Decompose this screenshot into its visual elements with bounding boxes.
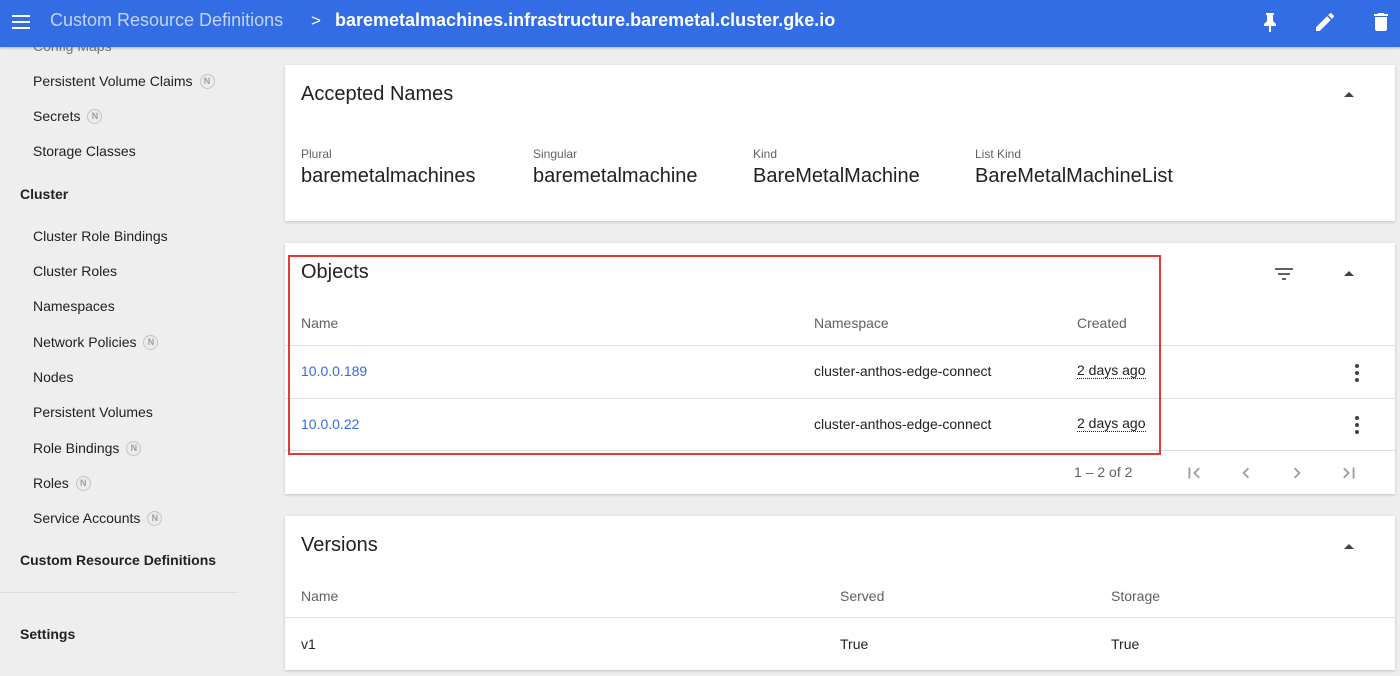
collapse-icon[interactable] [1341, 538, 1357, 554]
namespaced-badge: N [75, 475, 91, 491]
field-label-plural: Plural [301, 147, 332, 161]
namespaced-badge: N [126, 440, 142, 456]
sidebar-item-role-bindings[interactable]: Role Bindings N [33, 440, 142, 456]
sidebar-item-label: Persistent Volumes [33, 404, 153, 420]
object-created: 2 days ago [1077, 362, 1146, 379]
card-title: Objects [301, 261, 369, 283]
collapse-icon[interactable] [1341, 265, 1357, 281]
row-divider [285, 617, 1395, 618]
column-header-created[interactable]: Created [1077, 315, 1127, 331]
column-header-namespace[interactable]: Namespace [814, 315, 889, 331]
field-value-list-kind: BareMetalMachineList [975, 165, 1173, 187]
sidebar-item-label: Namespaces [33, 298, 115, 314]
sidebar-item-network-policies[interactable]: Network Policies N [33, 334, 159, 350]
version-storage: True [1111, 636, 1140, 652]
delete-icon[interactable] [1369, 10, 1393, 34]
row-divider [285, 345, 1395, 346]
field-label-list-kind: List Kind [975, 147, 1022, 161]
pagination-range: 1 – 2 of 2 [1074, 464, 1133, 480]
sidebar-item-label: Persistent Volume Claims [33, 73, 193, 89]
namespaced-badge: N [147, 510, 163, 526]
pin-icon[interactable] [1258, 10, 1282, 34]
field-value-singular: baremetalmachine [533, 165, 698, 187]
sidebar-item-label: Cluster Roles [33, 263, 118, 279]
sidebar-item-storage-classes[interactable]: Storage Classes [33, 143, 136, 159]
more-vert-icon[interactable] [1347, 413, 1367, 437]
hamburger-menu-icon[interactable] [9, 10, 33, 34]
versions-card: Versions Name Served Storage v1 True Tru… [285, 516, 1395, 670]
sidebar-item-label: Role Bindings [33, 440, 120, 456]
breadcrumb-current: baremetalmachines.infrastructure.baremet… [335, 10, 836, 30]
sidebar-section-cluster[interactable]: Cluster [20, 186, 68, 202]
first-page-icon[interactable] [1183, 462, 1205, 484]
top-app-bar: Custom Resource Definitions > baremetalm… [0, 0, 1400, 47]
sidebar-item-label: Cluster Role Bindings [33, 228, 168, 244]
objects-card: Objects Name Namespace Created 10.0.0.18… [285, 243, 1395, 494]
column-header-name[interactable]: Name [301, 315, 338, 331]
breadcrumb-separator: > [311, 11, 321, 30]
column-header-name[interactable]: Name [301, 588, 338, 604]
sidebar-item-label: Secrets [33, 108, 81, 124]
sidebar-section-custom-resource-definitions[interactable]: Custom Resource Definitions [20, 552, 216, 568]
sidebar-item-secrets[interactable]: Secrets N [33, 108, 103, 124]
sidebar-nav: Config Maps Persistent Volume Claims N S… [0, 38, 258, 676]
sidebar-item-nodes[interactable]: Nodes [33, 369, 73, 385]
namespaced-badge: N [143, 334, 159, 350]
row-divider [285, 450, 1395, 451]
edit-icon[interactable] [1313, 10, 1337, 34]
namespaced-badge: N [87, 108, 103, 124]
sidebar-item-roles[interactable]: Roles N [33, 475, 91, 491]
field-label-kind: Kind [753, 147, 778, 161]
last-page-icon[interactable] [1338, 462, 1360, 484]
sidebar-item-label: Service Accounts [33, 510, 141, 526]
sidebar-item-service-accounts[interactable]: Service Accounts N [33, 510, 163, 526]
version-name: v1 [301, 636, 316, 652]
card-title: Accepted Names [301, 83, 454, 105]
more-vert-icon[interactable] [1347, 361, 1367, 385]
sidebar-divider [0, 592, 238, 593]
collapse-icon[interactable] [1341, 86, 1357, 102]
sidebar-item-label: Nodes [33, 369, 74, 385]
filter-icon[interactable] [1272, 262, 1296, 286]
sidebar-item-cluster-roles[interactable]: Cluster Roles [33, 263, 117, 279]
row-divider [285, 398, 1395, 399]
column-header-served[interactable]: Served [840, 588, 884, 604]
object-namespace: cluster-anthos-edge-connect [814, 416, 992, 432]
card-title: Versions [301, 534, 378, 556]
sidebar-item-cluster-role-bindings[interactable]: Cluster Role Bindings [33, 228, 168, 244]
sidebar-item-persistent-volumes[interactable]: Persistent Volumes [33, 404, 153, 420]
object-created: 2 days ago [1077, 415, 1146, 432]
field-value-kind: BareMetalMachine [753, 165, 920, 187]
object-name-link[interactable]: 10.0.0.22 [301, 416, 359, 432]
sidebar-item-label: Network Policies [33, 334, 137, 350]
object-name-link[interactable]: 10.0.0.189 [301, 363, 367, 379]
sidebar-item-persistent-volume-claims[interactable]: Persistent Volume Claims N [33, 73, 215, 89]
breadcrumb-parent[interactable]: Custom Resource Definitions [50, 10, 283, 31]
namespaced-badge: N [199, 73, 215, 89]
next-page-icon[interactable] [1286, 462, 1308, 484]
object-namespace: cluster-anthos-edge-connect [814, 363, 992, 379]
previous-page-icon[interactable] [1235, 462, 1257, 484]
field-value-plural: baremetalmachines [301, 165, 476, 187]
column-header-storage[interactable]: Storage [1111, 588, 1160, 604]
version-served: True [840, 636, 869, 652]
sidebar-item-label: Roles [33, 475, 69, 491]
sidebar-section-settings[interactable]: Settings [20, 626, 75, 642]
sidebar-item-namespaces[interactable]: Namespaces [33, 298, 115, 314]
field-label-singular: Singular [533, 147, 578, 161]
accepted-names-card: Accepted Names Plural baremetalmachines … [285, 65, 1395, 221]
sidebar-item-label: Storage Classes [33, 143, 136, 159]
